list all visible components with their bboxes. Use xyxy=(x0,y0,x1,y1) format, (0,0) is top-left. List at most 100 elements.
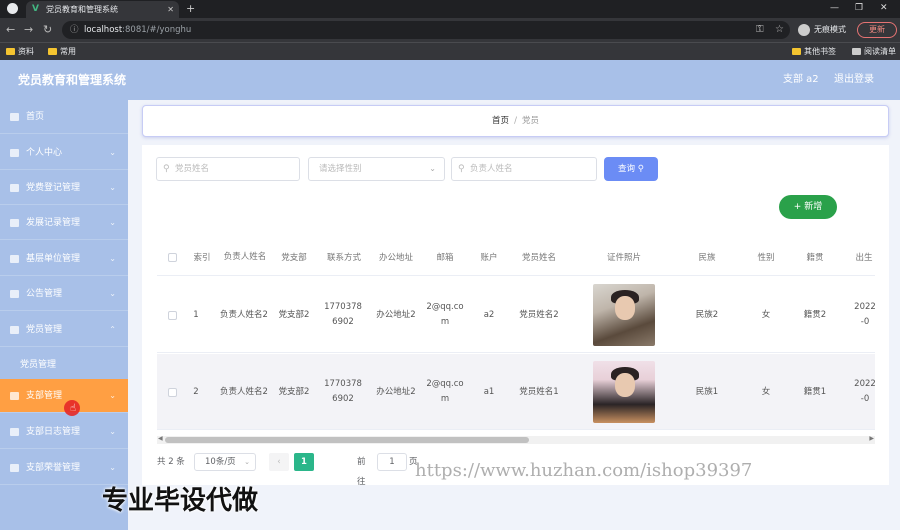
folder-icon xyxy=(6,48,15,55)
chevron-down-icon: ⌄ xyxy=(109,289,116,298)
row-checkbox[interactable] xyxy=(167,387,177,397)
gender-select[interactable]: 请选择性别 ⌄ xyxy=(308,157,445,181)
chevron-down-icon: ⌄ xyxy=(109,148,116,157)
sidebar-item-units[interactable]: 基层单位管理 ⌄ xyxy=(0,242,128,276)
sidebar-item-development[interactable]: 发展记录管理 ⌄ xyxy=(0,206,128,240)
cell-account: a2 xyxy=(483,309,495,320)
cell-gender: 女 xyxy=(761,309,771,320)
key-icon[interactable]: ⚿ xyxy=(756,22,764,38)
app-header: 党员教育和管理系统 支部 a2 退出登录 xyxy=(0,60,900,100)
back-arrow-icon[interactable]: ← xyxy=(6,22,15,38)
photo-face xyxy=(615,373,635,397)
select-all-checkbox[interactable] xyxy=(167,252,177,262)
sidebar-item-notice[interactable]: 公告管理 ⌄ xyxy=(0,277,128,311)
url-host: localhost xyxy=(84,25,123,35)
bookmark-folder[interactable]: 资料 xyxy=(6,43,34,60)
window-close-icon[interactable]: ✕ xyxy=(880,0,888,17)
column-header[interactable]: 账户 xyxy=(469,238,509,276)
id-photo-image[interactable] xyxy=(593,361,655,423)
column-header[interactable]: 出生 xyxy=(849,238,875,276)
cell-gender: 女 xyxy=(761,386,771,397)
home-icon xyxy=(10,113,19,121)
reload-icon[interactable]: ↻ xyxy=(43,22,52,38)
query-button[interactable]: 查询 ⚲ xyxy=(604,157,658,181)
new-tab-button[interactable]: + xyxy=(186,0,195,17)
menu-icon xyxy=(10,255,19,263)
bookmark-label: 常用 xyxy=(60,47,76,56)
menu-icon xyxy=(10,428,19,436)
cell-account: a1 xyxy=(483,386,495,397)
cell-native: 籍贯1 xyxy=(803,386,827,397)
scroll-left-icon[interactable]: ◀ xyxy=(158,435,163,442)
prev-page-button[interactable]: ‹ xyxy=(269,453,289,471)
sidebar-item-party-fee[interactable]: 党费登记管理 ⌄ xyxy=(0,171,128,205)
menu-icon xyxy=(10,464,19,472)
star-icon[interactable]: ☆ xyxy=(775,22,784,38)
column-header[interactable]: 民族 xyxy=(687,238,727,276)
update-button[interactable]: 更新 xyxy=(857,22,897,38)
incognito-icon xyxy=(798,24,810,36)
breadcrumb-current: 党员 xyxy=(521,116,539,126)
gender-placeholder: 请选择性别 xyxy=(319,164,362,174)
photo-face xyxy=(615,296,635,320)
site-info-icon[interactable]: ⓘ xyxy=(70,21,79,39)
other-bookmarks[interactable]: 其他书签 xyxy=(792,43,836,60)
tab-close-icon[interactable]: ✕ xyxy=(167,1,174,18)
maximize-icon[interactable]: ❐ xyxy=(855,0,863,17)
column-header[interactable]: 办公地址 xyxy=(371,238,421,276)
sidebar-item-home[interactable]: 首页 xyxy=(0,100,128,134)
cell-office: 办公地址2 xyxy=(376,386,416,397)
row-checkbox[interactable] xyxy=(167,310,177,320)
menu-icon xyxy=(10,392,19,400)
leader-name-placeholder: 负责人姓名 xyxy=(470,164,513,174)
table-row[interactable]: 1 负责人姓名2 党支部2 17703786902 办公地址2 2@qq.com… xyxy=(157,277,875,353)
column-header[interactable]: 性别 xyxy=(751,238,781,276)
page-size-select[interactable]: 10条/页 ⌄ xyxy=(194,453,256,471)
cell-birth: 2022-0 xyxy=(854,302,875,327)
incognito-profile[interactable]: 无痕模式 xyxy=(798,22,846,38)
member-name-input[interactable]: ⚲ 党员姓名 xyxy=(156,157,300,181)
column-header[interactable]: 索引 xyxy=(187,238,217,276)
logout-link[interactable]: 退出登录 xyxy=(834,60,874,100)
row-select-cell xyxy=(157,277,187,353)
cell-branch: 党支部2 xyxy=(278,386,310,397)
id-photo-image[interactable] xyxy=(593,284,655,346)
url-input[interactable]: ⓘ localhost:8081/#/yonghu xyxy=(62,21,790,39)
sidebar-item-branch-log[interactable]: 支部日志管理 ⌄ xyxy=(0,415,128,449)
add-button[interactable]: + 新增 xyxy=(779,195,837,219)
table-horizontal-scrollbar[interactable]: ◀ ▶ xyxy=(157,435,875,444)
sidebar-item-members[interactable]: 党员管理 ⌃ xyxy=(0,313,128,347)
page-number-button[interactable]: 1 xyxy=(294,453,314,471)
column-header[interactable]: 党支部 xyxy=(275,238,313,276)
row-select-cell xyxy=(157,354,187,430)
minimize-icon[interactable]: — xyxy=(830,0,839,17)
breadcrumb: 首页 / 党员 xyxy=(142,105,889,137)
browser-tab[interactable]: V 党员教育和管理系统 ✕ xyxy=(26,1,179,18)
reading-list[interactable]: 阅读清单 xyxy=(852,43,896,60)
column-header[interactable]: 负责人姓名 xyxy=(219,238,271,276)
sidebar-item-profile[interactable]: 个人中心 ⌄ xyxy=(0,136,128,170)
column-header[interactable]: 证件照片 xyxy=(589,238,659,276)
leader-name-input[interactable]: ⚲ 负责人姓名 xyxy=(451,157,597,181)
watermark-text: 专业毕设代做 xyxy=(102,486,259,516)
chevron-down-icon: ⌄ xyxy=(429,164,436,173)
scrollbar-thumb[interactable] xyxy=(165,437,529,443)
scroll-right-icon[interactable]: ▶ xyxy=(869,435,874,442)
column-header[interactable]: 籍贯 xyxy=(795,238,835,276)
cell-photo xyxy=(589,354,659,430)
column-header[interactable]: 党员姓名 xyxy=(513,238,565,276)
column-header[interactable]: 邮箱 xyxy=(423,238,467,276)
goto-page-input[interactable]: 1 xyxy=(377,453,407,471)
bookmarks-bar: 资料 常用 其他书签 阅读清单 xyxy=(0,42,900,60)
select-all-cell xyxy=(157,238,187,276)
bookmark-folder[interactable]: 常用 xyxy=(48,43,76,60)
forward-arrow-icon[interactable]: → xyxy=(24,22,33,38)
menu-icon xyxy=(10,184,19,192)
cell-phone: 17703786902 xyxy=(324,379,362,404)
breadcrumb-home[interactable]: 首页 xyxy=(492,116,509,126)
column-header[interactable]: 联系方式 xyxy=(319,238,369,276)
table-row[interactable]: 2 负责人姓名2 党支部2 17703786902 办公地址2 2@qq.com… xyxy=(157,354,875,430)
cell-branch: 党支部2 xyxy=(278,309,310,320)
sidebar-subitem-members[interactable]: 党员管理 xyxy=(0,348,128,382)
app-title: 党员教育和管理系统 xyxy=(18,73,127,87)
